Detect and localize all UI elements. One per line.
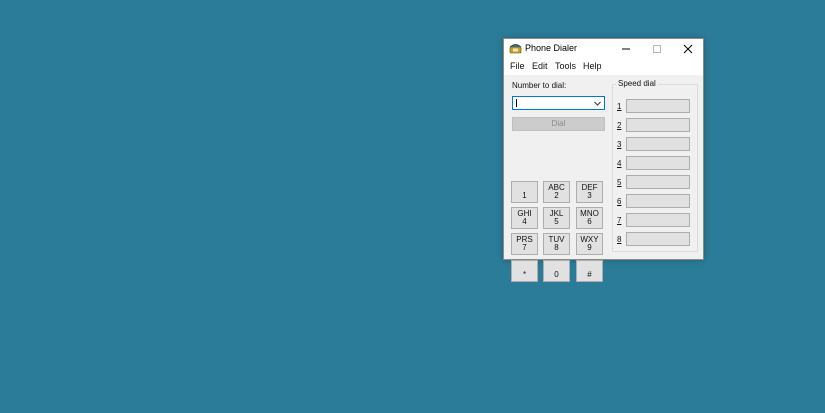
maximize-icon [652,44,661,53]
window-title: Phone Dialer [525,43,578,53]
key-3[interactable]: DEF 3 [576,181,603,203]
speed-dial-label-2: 2 [617,121,622,130]
key-8[interactable]: TUV 8 [543,233,570,255]
key-0[interactable]: 0 [543,260,570,282]
speed-dial-button-1[interactable] [626,99,690,113]
phone-app-icon [509,44,522,54]
key-9[interactable]: WXY 9 [576,233,603,255]
close-icon [683,44,692,53]
speed-dial-button-4[interactable] [626,156,690,170]
key-6[interactable]: MNO 6 [576,207,603,229]
dial-button[interactable]: Dial [512,117,605,131]
chevron-down-icon[interactable] [593,99,602,108]
speed-dial-label-3: 3 [617,140,622,149]
number-to-dial-label: Number to dial: [512,81,567,90]
speed-dial-button-3[interactable] [626,137,690,151]
minimize-button[interactable] [610,39,641,58]
speed-dial-label-1: 1 [617,102,622,111]
text-caret [516,99,517,107]
speed-dial-title: Speed dial [616,79,658,88]
menu-help[interactable]: Help [583,61,602,71]
menu-bar: File Edit Tools Help [504,58,703,75]
speed-dial-label-7: 7 [617,216,622,225]
key-5[interactable]: JKL 5 [543,207,570,229]
menu-edit[interactable]: Edit [532,61,548,71]
menu-file[interactable]: File [510,61,525,71]
key-1[interactable]: 1 [511,181,538,203]
speed-dial-button-2[interactable] [626,118,690,132]
menu-tools[interactable]: Tools [555,61,576,71]
key-7[interactable]: PRS 7 [511,233,538,255]
dialer-panel: Number to dial: Dial 1 ABC 2 DEF 3 GHI 4 JK… [504,75,703,282]
number-to-dial-combobox[interactable] [512,96,605,110]
speed-dial-button-8[interactable] [626,232,690,246]
maximize-button[interactable] [641,39,672,58]
key-4[interactable]: GHI 4 [511,207,538,229]
close-button[interactable] [672,39,703,58]
phone-dialer-window: Phone Dialer File Edit Tools Help Number… [503,38,704,282]
speed-dial-button-7[interactable] [626,213,690,227]
key-2[interactable]: ABC 2 [543,181,570,203]
speed-dial-button-5[interactable] [626,175,690,189]
speed-dial-label-6: 6 [617,197,622,206]
speed-dial-label-4: 4 [617,159,622,168]
speed-dial-label-5: 5 [617,178,622,187]
title-bar[interactable]: Phone Dialer [504,39,703,58]
key-hash[interactable]: # [576,260,603,282]
speed-dial-button-6[interactable] [626,194,690,208]
key-star[interactable]: * [511,260,538,282]
minimize-icon [621,48,630,49]
speed-dial-label-8: 8 [617,235,622,244]
